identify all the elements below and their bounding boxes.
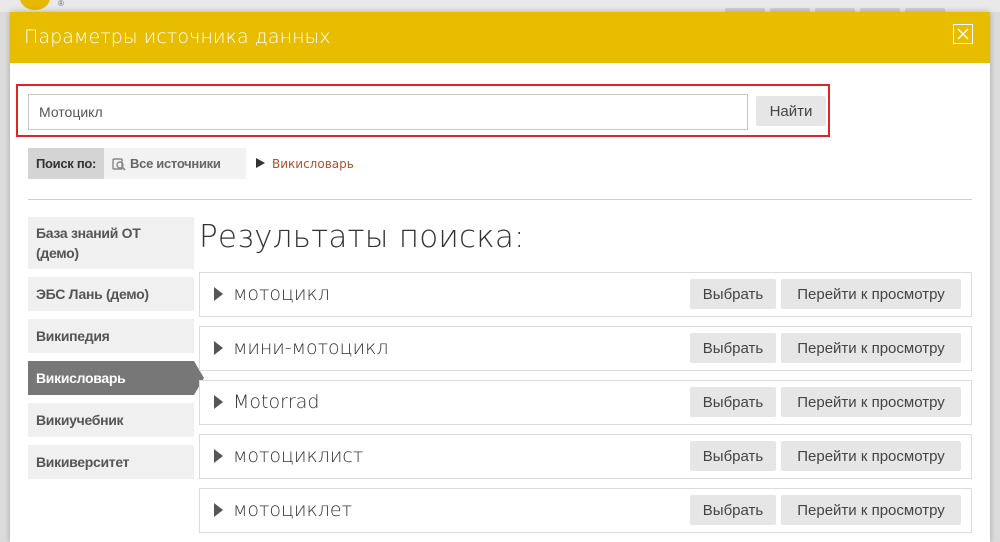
site-logo [20,0,50,10]
view-button[interactable]: Перейти к просмотру [781,333,961,363]
result-title[interactable]: мотоцикл [233,283,330,305]
divider [28,199,972,200]
all-sources-link[interactable]: Все источники [104,148,221,179]
select-button[interactable]: Выбрать [690,441,776,471]
dialog-title: Параметры источника данных [24,26,331,48]
search-scope: Поиск по: Все источники [28,148,246,179]
result-title[interactable]: мини-мотоцикл [233,337,389,359]
close-icon [957,28,969,40]
dialog-header: Параметры источника данных [10,12,990,63]
view-button[interactable]: Перейти к просмотру [781,279,961,309]
select-button[interactable]: Выбрать [690,333,776,363]
sidebar-item-label: ЭБС Лань (демо) [36,286,149,302]
expand-arrow-icon[interactable] [214,503,223,517]
expand-arrow-icon[interactable] [214,449,223,463]
breadcrumb-current-source[interactable]: Викисловарь [272,157,354,171]
select-button[interactable]: Выбрать [690,495,776,525]
result-title[interactable]: Motorrad [233,391,319,413]
expand-arrow-icon[interactable] [214,341,223,355]
data-source-dialog: Параметры источника данных Найти Поиск п… [10,12,990,542]
sidebar-item-knowledge-base[interactable]: База знаний ОТ (демо) [28,217,194,269]
result-title[interactable]: мотоциклет [233,499,352,521]
search-input[interactable] [28,94,748,130]
select-button[interactable]: Выбрать [690,279,776,309]
search-scope-label: Поиск по: [28,148,105,179]
registered-mark: ® [58,0,64,8]
sidebar-item-label: Википедия [36,328,110,344]
sidebar-item-wikipedia[interactable]: Википедия [28,319,194,353]
all-sources-label: Все источники [130,156,221,171]
sidebar-item-wikiversity[interactable]: Викиверситет [28,445,194,479]
search-area: Найти [16,84,830,137]
result-title[interactable]: мотоциклист [233,445,363,467]
sidebar-item-lan[interactable]: ЭБС Лань (демо) [28,277,194,311]
background-page: ® [0,0,1000,14]
sidebar-item-wikibooks[interactable]: Викиучебник [28,403,194,437]
results-heading: Результаты поиска: [199,219,525,255]
sidebar-item-label: Викисловарь [36,370,126,386]
search-button[interactable]: Найти [756,96,826,126]
sources-icon [112,157,126,171]
sidebar-item-label: База знаний ОТ (демо) [36,225,141,261]
select-button[interactable]: Выбрать [690,387,776,417]
expand-arrow-icon[interactable] [214,287,223,301]
result-row: мини-мотоцикл Выбрать Перейти к просмотр… [199,326,972,371]
sidebar-item-label: Викиверситет [36,454,130,470]
breadcrumb-arrow-icon [256,158,265,168]
result-row: мотоцикл Выбрать Перейти к просмотру [199,272,972,317]
view-button[interactable]: Перейти к просмотру [781,495,961,525]
results-list: мотоцикл Выбрать Перейти к просмотру мин… [199,272,972,542]
result-row: Motorrad Выбрать Перейти к просмотру [199,380,972,425]
view-button[interactable]: Перейти к просмотру [781,441,961,471]
close-button[interactable] [953,24,973,44]
expand-arrow-icon[interactable] [214,395,223,409]
view-button[interactable]: Перейти к просмотру [781,387,961,417]
sidebar-item-label: Викиучебник [36,412,124,428]
sidebar-item-wiktionary[interactable]: Викисловарь [28,361,204,395]
result-row: мотоциклет Выбрать Перейти к просмотру [199,488,972,533]
result-row: мотоциклист Выбрать Перейти к просмотру [199,434,972,479]
sources-sidebar: База знаний ОТ (демо) ЭБС Лань (демо) Ви… [28,217,204,487]
